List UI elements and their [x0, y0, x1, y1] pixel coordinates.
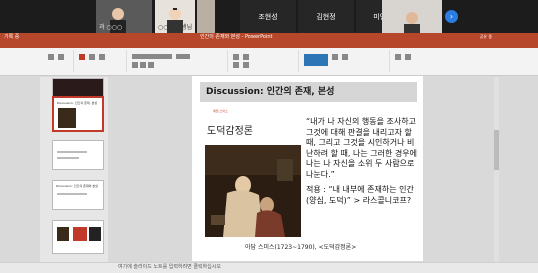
- thumbnail-title: Discussion: 인간의 존재와 본성: [56, 184, 98, 188]
- recording-label: 기록 중: [4, 34, 20, 40]
- shapes-icon[interactable]: [304, 54, 328, 66]
- thumbnail-text-line: [57, 151, 87, 153]
- participant-tile-4[interactable]: [382, 0, 442, 33]
- slide-title[interactable]: Discussion: 인간의 존재, 본성: [200, 82, 417, 102]
- underline-icon[interactable]: [148, 62, 154, 68]
- participant-name-label: 김현정: [316, 12, 336, 21]
- book-title: 도덕감정론: [207, 126, 253, 137]
- share-label: 공유 중: [479, 34, 492, 39]
- section-icon[interactable]: [99, 54, 105, 60]
- thumbnail-text-line: [57, 193, 87, 195]
- copy-icon[interactable]: [58, 54, 64, 60]
- thumbnail-text-line: [57, 157, 79, 159]
- ribbon-group-clipboard: [44, 50, 74, 72]
- italic-icon[interactable]: [140, 62, 146, 68]
- thumbnail-image: [57, 227, 69, 241]
- participant-name-label: 조현성: [258, 12, 278, 21]
- adam-smith-painting[interactable]: [205, 145, 301, 237]
- notes-bar[interactable]: [0, 262, 538, 273]
- participant-tile-3[interactable]: [197, 0, 215, 33]
- participant-tile-1[interactable]: 과 ○○○: [96, 0, 152, 33]
- menu-bar: [0, 41, 538, 48]
- font-size-select[interactable]: [176, 54, 190, 59]
- participant-video-3: [197, 0, 215, 33]
- next-participants-button[interactable]: ›: [445, 10, 458, 23]
- bold-icon[interactable]: [132, 62, 138, 68]
- align-center-icon[interactable]: [243, 62, 249, 68]
- participant-tile-2[interactable]: ○○○ 선생님: [155, 0, 195, 33]
- thumbnail-slide-3[interactable]: [52, 140, 104, 170]
- notes-placeholder[interactable]: 여기에 슬라이드 노트를 입력하려면 클릭하십시오: [118, 263, 221, 272]
- thumbnail-image: [89, 227, 101, 241]
- participant-name-2: ○○○ 선생님: [158, 24, 193, 31]
- thumbnail-image: [58, 108, 76, 128]
- quick-styles-icon[interactable]: [342, 54, 348, 60]
- participant-video-4: [382, 0, 442, 33]
- bullets-icon[interactable]: [233, 54, 239, 60]
- scrollbar-thumb[interactable]: [494, 130, 499, 170]
- paste-icon[interactable]: [48, 54, 54, 60]
- apply-paragraph: 적용 : “내 내부에 존재하는 인간(양심, 도덕)” > 라스콜니코프?: [306, 185, 414, 205]
- window-title: 인간의 존재와 본성 - PowerPoint: [200, 34, 273, 40]
- ribbon-group-editing: [391, 50, 431, 72]
- align-left-icon[interactable]: [233, 62, 239, 68]
- participant-name-tile-1[interactable]: 조현성: [240, 0, 296, 33]
- find-icon[interactable]: [395, 54, 401, 60]
- replace-icon[interactable]: [405, 54, 411, 60]
- participant-name-tile-2[interactable]: 김현정: [298, 0, 354, 33]
- arrange-icon[interactable]: [332, 54, 338, 60]
- thumbnail-slide-2[interactable]: Discussion: 인간의 존재, 본성: [52, 96, 104, 132]
- ribbon-group-font: [128, 50, 228, 72]
- participant-name-1: 과 ○○○: [99, 24, 123, 31]
- thumbnail-slide-5[interactable]: [52, 220, 104, 254]
- ribbon-group-drawing: [300, 50, 390, 72]
- layout-icon[interactable]: [89, 54, 95, 60]
- thumbnail-slide-4[interactable]: Discussion: 인간의 존재와 본성: [52, 180, 104, 210]
- ribbon-group-paragraph: [229, 50, 299, 72]
- thumbnail-title: Discussion: 인간의 존재, 본성: [57, 101, 98, 105]
- thumbnail-image: [73, 227, 87, 241]
- title-bar: 기록 중 인간의 존재와 본성 - PowerPoint 공유 중: [0, 33, 538, 41]
- font-select[interactable]: [132, 54, 172, 59]
- ribbon-group-slides: [75, 50, 127, 72]
- book-subtitle: 애덤 스미스: [213, 109, 228, 113]
- new-slide-icon[interactable]: [79, 54, 85, 60]
- painting-caption: 아담 스미스(1723~1790), <도덕감정론>: [245, 244, 357, 251]
- quote-paragraph: “내가 나 자신의 행동을 조사하고 그것에 대해 판결을 내리고자 할 때, …: [306, 117, 417, 179]
- slide-quote-text[interactable]: “내가 나 자신의 행동을 조사하고 그것에 대해 판결을 내리고자 할 때, …: [306, 117, 420, 211]
- numbering-icon[interactable]: [243, 54, 249, 60]
